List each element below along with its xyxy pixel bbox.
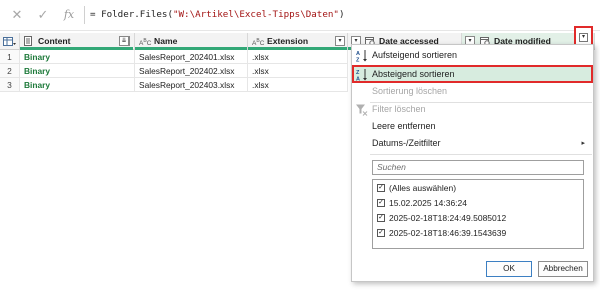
menu-item-label: Leere entfernen xyxy=(372,121,436,131)
formula-suffix: ) xyxy=(338,9,345,20)
menu-item-sort-ascending[interactable]: A Z Aufsteigend sortieren xyxy=(352,47,593,64)
checkbox-checked-icon[interactable]: ✓ xyxy=(377,229,385,237)
menu-item-sort-descending[interactable]: Z A Absteigend sortieren xyxy=(352,65,593,83)
search-input[interactable]: Suchen xyxy=(372,160,584,175)
cell-content[interactable]: Binary xyxy=(20,64,135,78)
checklist-label: (Alles auswählen) xyxy=(389,183,457,193)
chevron-down-icon: ▾ xyxy=(579,33,588,42)
checklist-label: 2025-02-18T18:24:49.5085012 xyxy=(389,213,507,223)
sort-filter-icon[interactable]: ▾ xyxy=(335,36,345,46)
svg-text:Z: Z xyxy=(356,70,360,76)
row-number: 3 xyxy=(0,78,20,92)
svg-text:A: A xyxy=(356,51,360,57)
check-icon[interactable]: ✓ xyxy=(34,7,52,23)
binary-type-icon xyxy=(24,36,32,46)
chevron-right-icon: ▸ xyxy=(581,140,585,147)
menu-item-label: Datums-/Zeitfilter xyxy=(372,138,441,148)
table-icon xyxy=(3,37,16,46)
cell-content[interactable]: Binary xyxy=(20,50,135,64)
svg-text:A: A xyxy=(356,77,360,82)
menu-item-date-filter[interactable]: Datums-/Zeitfilter ▸ xyxy=(352,135,593,152)
cell-content[interactable]: Binary xyxy=(20,78,135,92)
menu-item-remove-empty[interactable]: Leere entfernen xyxy=(352,118,593,135)
cell-extension[interactable]: .xlsx xyxy=(248,78,348,92)
value-checklist: ✓ (Alles auswählen) ✓ 15.02.2025 14:36:2… xyxy=(372,179,584,249)
checklist-label: 15.02.2025 14:36:24 xyxy=(389,198,467,208)
checkbox-checked-icon[interactable]: ✓ xyxy=(377,199,385,207)
menu-separator xyxy=(370,154,592,155)
column-label-extension: Extension xyxy=(267,36,309,46)
checkbox-checked-icon[interactable]: ✓ xyxy=(377,214,385,222)
checklist-label: 2025-02-18T18:46:39.1543639 xyxy=(389,228,507,238)
row-number: 1 xyxy=(0,50,20,64)
cell-name[interactable]: SalesReport_202402.xlsx xyxy=(135,64,248,78)
menu-item-label: Aufsteigend sortieren xyxy=(372,50,458,60)
close-icon[interactable]: ✕ xyxy=(8,7,26,23)
formula-string: "W:\Artikel\Excel-Tipps\Daten" xyxy=(172,9,339,20)
clear-filter-icon xyxy=(356,104,368,116)
svg-text:Z: Z xyxy=(356,58,360,63)
menu-item-label: Absteigend sortieren xyxy=(372,69,455,79)
formula-input[interactable]: = Folder.Files("W:\Artikel\Excel-Tipps\D… xyxy=(90,9,344,20)
cell-name[interactable]: SalesReport_202401.xlsx xyxy=(135,50,248,64)
menu-item-label: Sortierung löschen xyxy=(372,86,448,96)
sort-ascending-icon: A Z xyxy=(356,50,367,63)
cell-extension[interactable]: .xlsx xyxy=(248,50,348,64)
ok-button[interactable]: OK xyxy=(486,261,532,277)
formula-bar: ✕ ✓ fx = Folder.Files("W:\Artikel\Excel-… xyxy=(0,0,600,31)
cell-name[interactable]: SalesReport_202403.xlsx xyxy=(135,78,248,92)
column-label-name: Name xyxy=(154,36,178,46)
filter-icon[interactable]: ⇊ xyxy=(119,36,129,46)
cancel-button[interactable]: Abbrechen xyxy=(538,261,588,277)
column-label-content: Content xyxy=(38,36,71,46)
fx-label[interactable]: fx xyxy=(60,7,78,23)
menu-item-clear-sort[interactable]: Sortierung löschen xyxy=(352,83,593,100)
formula-prefix: = Folder.Files( xyxy=(90,9,173,20)
checkbox-checked-icon[interactable]: ✓ xyxy=(377,184,385,192)
menu-item-label: Filter löschen xyxy=(372,104,426,114)
formula-divider xyxy=(84,6,85,24)
menu-item-clear-filter[interactable]: Filter löschen xyxy=(352,101,593,118)
cell-extension[interactable]: .xlsx xyxy=(248,64,348,78)
sort-descending-icon: Z A xyxy=(356,69,367,82)
row-number: 2 xyxy=(0,64,20,78)
table-menu-header[interactable] xyxy=(0,33,20,50)
sort-filter-menu: A Z Aufsteigend sortieren Z A Absteigend… xyxy=(351,44,594,282)
